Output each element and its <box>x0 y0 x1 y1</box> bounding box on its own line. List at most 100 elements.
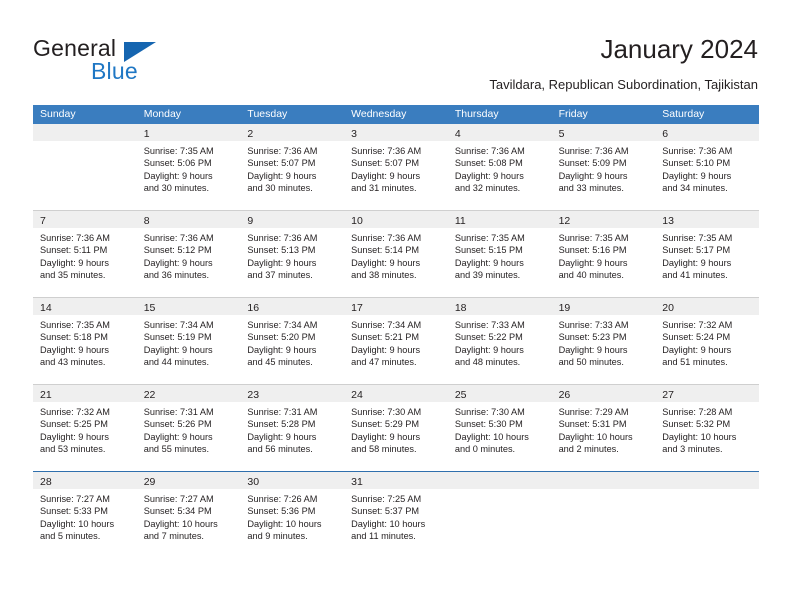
calendar-day-cell-10[interactable]: 10 Sunrise: 7:36 AM Sunset: 5:14 PM Dayligh… <box>344 211 448 297</box>
day-number-band: 6 <box>655 124 759 141</box>
calendar-day-cell-14[interactable]: 14 Sunrise: 7:35 AM Sunset: 5:18 PM Dayligh… <box>33 298 137 384</box>
day-detail-line: Daylight: 9 hours <box>454 257 524 268</box>
calendar-day-cell-25[interactable]: 25 Sunrise: 7:30 AM Sunset: 5:30 PM Dayligh… <box>447 385 552 471</box>
day-number: 23 <box>247 389 260 401</box>
day-detail-lines: Sunrise: 7:30 AM Sunset: 5:29 PM Daylight:… <box>344 402 448 456</box>
day-detail-lines: Sunrise: 7:35 AM Sunset: 5:06 PM Daylight:… <box>137 141 241 195</box>
day-number: 30 <box>247 476 260 488</box>
day-detail-line: Sunset: 5:16 PM <box>558 245 627 256</box>
day-detail-line: Daylight: 10 hours <box>40 518 115 529</box>
calendar-day-cell-16[interactable]: 16 Sunrise: 7:34 AM Sunset: 5:20 PM Dayligh… <box>240 298 345 384</box>
calendar-day-cell-26[interactable]: 26 Sunrise: 7:29 AM Sunset: 5:31 PM Dayligh… <box>551 385 656 471</box>
calendar-page: General Blue January 2024 Tavildara, Rep… <box>0 0 792 612</box>
day-number-band: 12 <box>551 211 656 228</box>
calendar-day-cell-7[interactable]: 7 Sunrise: 7:36 AM Sunset: 5:11 PM Daylight… <box>33 211 137 297</box>
calendar-day-cell-18[interactable]: 18 Sunrise: 7:33 AM Sunset: 5:22 PM Dayligh… <box>447 298 552 384</box>
day-detail-line: Sunset: 5:32 PM <box>662 419 731 430</box>
calendar-day-cell-30[interactable]: 30 Sunrise: 7:26 AM Sunset: 5:36 PM Dayligh… <box>240 472 345 558</box>
day-number-band: 20 <box>655 298 759 315</box>
day-detail-line: Sunrise: 7:30 AM <box>351 407 422 417</box>
day-detail-line: Daylight: 9 hours <box>143 257 213 268</box>
day-detail-line: and 38 minutes. <box>351 270 417 281</box>
day-detail-line: Daylight: 9 hours <box>247 257 317 268</box>
calendar-day-cell-31[interactable]: 31 Sunrise: 7:25 AM Sunset: 5:37 PM Dayligh… <box>344 472 448 558</box>
brand-name-blue: Blue <box>91 58 138 84</box>
day-detail-line: Sunset: 5:31 PM <box>558 419 627 430</box>
day-detail-line: Sunrise: 7:36 AM <box>351 146 422 156</box>
calendar-day-cell-2[interactable]: 2 Sunrise: 7:36 AM Sunset: 5:07 PM Daylight… <box>240 124 345 210</box>
day-detail-line: Daylight: 10 hours <box>454 431 529 442</box>
calendar-day-cell-24[interactable]: 24 Sunrise: 7:30 AM Sunset: 5:29 PM Dayligh… <box>344 385 448 471</box>
weekday-header-tuesday: Tuesday <box>247 108 288 120</box>
page-subtitle: Tavildara, Republican Subordination, Taj… <box>489 77 758 92</box>
calendar-day-cell-13[interactable]: 13 Sunrise: 7:35 AM Sunset: 5:17 PM Dayligh… <box>655 211 759 297</box>
calendar-day-cell-21[interactable]: 21 Sunrise: 7:32 AM Sunset: 5:25 PM Dayligh… <box>33 385 137 471</box>
calendar-day-cell-8[interactable]: 8 Sunrise: 7:36 AM Sunset: 5:12 PM Daylight… <box>136 211 241 297</box>
day-number-band: 31 <box>344 472 448 489</box>
weekday-header-monday: Monday <box>143 108 182 120</box>
calendar-day-cell-29[interactable]: 29 Sunrise: 7:27 AM Sunset: 5:34 PM Dayligh… <box>136 472 241 558</box>
day-detail-lines: Sunrise: 7:36 AM Sunset: 5:12 PM Daylight:… <box>137 228 241 282</box>
day-number: 21 <box>40 389 52 401</box>
calendar-day-cell-4[interactable]: 4 Sunrise: 7:36 AM Sunset: 5:08 PM Daylight… <box>447 124 552 210</box>
day-detail-line: and 48 minutes. <box>454 357 521 368</box>
calendar-day-cell-23[interactable]: 23 Sunrise: 7:31 AM Sunset: 5:28 PM Dayligh… <box>240 385 345 471</box>
day-detail-line: Sunset: 5:11 PM <box>40 245 108 256</box>
day-detail-lines <box>33 141 137 145</box>
day-number: 22 <box>143 389 156 401</box>
calendar-day-cell-15[interactable]: 15 Sunrise: 7:34 AM Sunset: 5:19 PM Dayligh… <box>136 298 241 384</box>
day-detail-line: Daylight: 9 hours <box>40 344 109 355</box>
day-detail-line: Sunrise: 7:26 AM <box>247 494 318 504</box>
day-detail-line: Daylight: 9 hours <box>454 170 524 181</box>
day-detail-line: Sunset: 5:22 PM <box>454 332 523 343</box>
day-detail-line: Sunrise: 7:29 AM <box>558 407 629 417</box>
calendar-day-cell-9[interactable]: 9 Sunrise: 7:36 AM Sunset: 5:13 PM Daylight… <box>240 211 345 297</box>
day-detail-lines: Sunrise: 7:36 AM Sunset: 5:08 PM Daylight:… <box>448 141 552 195</box>
calendar-day-cell-28[interactable]: 28 Sunrise: 7:27 AM Sunset: 5:33 PM Dayligh… <box>33 472 137 558</box>
calendar-day-cell-27[interactable]: 27 Sunrise: 7:28 AM Sunset: 5:32 PM Dayligh… <box>655 385 759 471</box>
day-detail-line: and 3 minutes. <box>662 444 723 455</box>
day-number: 27 <box>662 389 674 401</box>
day-detail-line: Sunrise: 7:31 AM <box>247 407 318 417</box>
calendar-grid: Sunday Monday Tuesday Wednesday Thursday Frid… <box>33 105 759 558</box>
weekday-header-row: Sunday Monday Tuesday Wednesday Thursday Frid… <box>33 105 759 124</box>
day-detail-line: and 44 minutes. <box>143 357 210 368</box>
day-detail-line: and 45 minutes. <box>247 357 313 368</box>
brand-logo[interactable]: General Blue <box>33 35 233 85</box>
day-detail-line: and 5 minutes. <box>40 531 101 542</box>
day-detail-line: Daylight: 9 hours <box>558 170 628 181</box>
day-number: 3 <box>351 128 357 140</box>
calendar-day-cell-1[interactable]: 1 Sunrise: 7:35 AM Sunset: 5:06 PM Daylight… <box>136 124 241 210</box>
day-detail-lines: Sunrise: 7:36 AM Sunset: 5:11 PM Daylight:… <box>33 228 137 282</box>
calendar-day-cell-20[interactable]: 20 Sunrise: 7:32 AM Sunset: 5:24 PM Dayligh… <box>655 298 759 384</box>
calendar-day-cell-11[interactable]: 11 Sunrise: 7:35 AM Sunset: 5:15 PM Dayligh… <box>447 211 552 297</box>
day-detail-line: Daylight: 9 hours <box>247 170 317 181</box>
calendar-day-cell-17[interactable]: 17 Sunrise: 7:34 AM Sunset: 5:21 PM Dayligh… <box>344 298 448 384</box>
day-detail-line: Sunrise: 7:34 AM <box>143 320 214 330</box>
calendar-day-cell-19[interactable]: 19 Sunrise: 7:33 AM Sunset: 5:23 PM Dayligh… <box>551 298 656 384</box>
day-detail-line: Sunrise: 7:32 AM <box>662 320 733 330</box>
day-detail-line: Sunrise: 7:36 AM <box>454 146 525 156</box>
calendar-day-cell-5[interactable]: 5 Sunrise: 7:36 AM Sunset: 5:09 PM Daylight… <box>551 124 656 210</box>
calendar-day-cell-3[interactable]: 3 Sunrise: 7:36 AM Sunset: 5:07 PM Daylight… <box>344 124 448 210</box>
calendar-weeks: 1 Sunrise: 7:35 AM Sunset: 5:06 PM Daylight… <box>33 124 759 558</box>
calendar-week-row: 21 Sunrise: 7:32 AM Sunset: 5:25 PM Dayligh… <box>33 384 759 471</box>
day-number-band: 3 <box>344 124 448 141</box>
day-detail-line: Sunrise: 7:27 AM <box>40 494 110 504</box>
day-detail-line: Daylight: 10 hours <box>247 518 322 529</box>
calendar-day-cell-12[interactable]: 12 Sunrise: 7:35 AM Sunset: 5:16 PM Dayligh… <box>551 211 656 297</box>
calendar-day-cell-22[interactable]: 22 Sunrise: 7:31 AM Sunset: 5:26 PM Dayligh… <box>136 385 241 471</box>
day-detail-lines: Sunrise: 7:36 AM Sunset: 5:10 PM Daylight:… <box>655 141 759 195</box>
day-number-band: 10 <box>344 211 448 228</box>
calendar-day-cell-6[interactable]: 6 Sunrise: 7:36 AM Sunset: 5:10 PM Daylight… <box>655 124 759 210</box>
calendar-day-cell-empty <box>447 472 552 558</box>
day-detail-line: and 39 minutes. <box>454 270 521 281</box>
day-detail-line: and 36 minutes. <box>143 270 210 281</box>
day-detail-line: Sunset: 5:14 PM <box>351 245 420 256</box>
day-detail-line: Sunrise: 7:36 AM <box>351 233 422 243</box>
day-detail-lines: Sunrise: 7:33 AM Sunset: 5:22 PM Daylight:… <box>448 315 552 369</box>
weekday-header-thursday: Thursday <box>454 108 499 120</box>
day-number: 16 <box>247 302 260 314</box>
day-number-band: 11 <box>447 211 552 228</box>
weekday-header-wednesday: Wednesday <box>351 108 407 120</box>
